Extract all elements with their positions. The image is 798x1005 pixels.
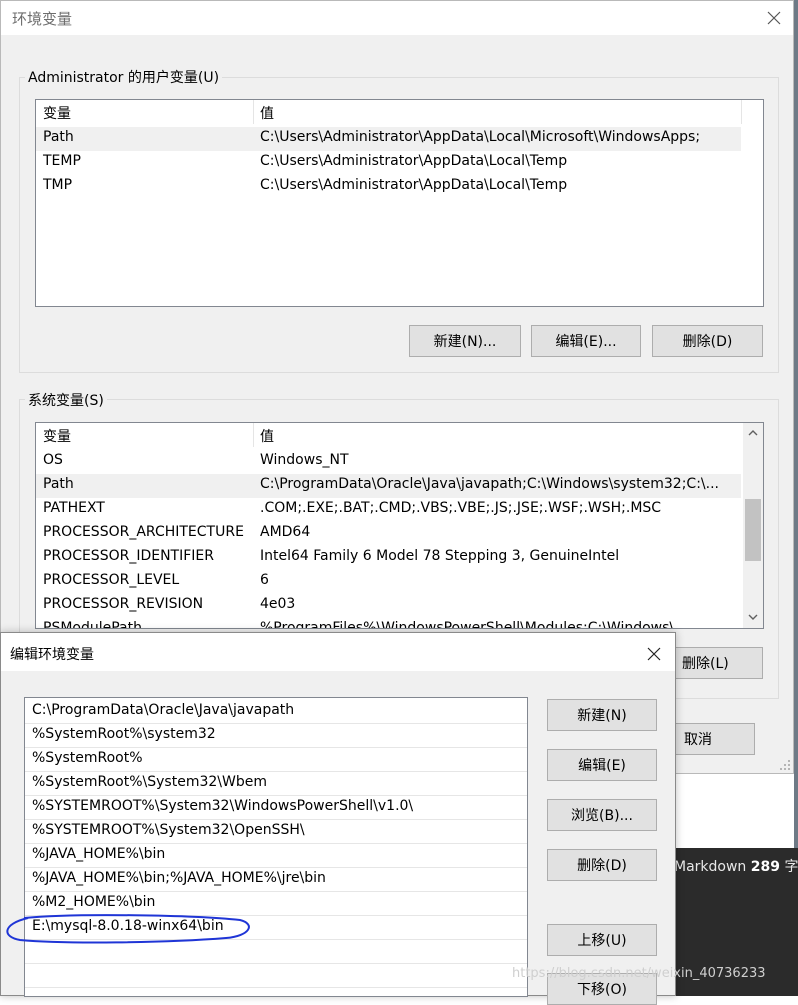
path-entries-list[interactable]: C:\ProgramData\Oracle\Java\javapath %Sys…: [24, 697, 528, 997]
path-entry: %JAVA_HOME%\bin: [32, 846, 166, 862]
variable-value: C:\ProgramData\Oracle\Java\javapath;C:\W…: [260, 476, 719, 492]
close-button[interactable]: [641, 641, 667, 667]
path-entry: %SystemRoot%\system32: [32, 726, 216, 742]
user-new-button[interactable]: 新建(N)...: [409, 325, 521, 357]
variable-name: PROCESSOR_IDENTIFIER: [43, 548, 214, 564]
user-edit-button[interactable]: 编辑(E)...: [531, 325, 641, 357]
table-row[interactable]: PSModulePath %ProgramFiles%\WindowsPower…: [36, 618, 763, 629]
variable-name: TMP: [43, 177, 73, 193]
move-up-button[interactable]: 上移(U): [547, 924, 657, 956]
word-unit: 字数: [784, 859, 798, 875]
title-bar: 编辑环境变量: [1, 633, 675, 671]
variable-name: TEMP: [43, 153, 81, 169]
user-variables-label: Administrator 的用户变量(U): [25, 67, 223, 87]
variable-name: Path: [43, 476, 74, 492]
path-entry: %SYSTEMROOT%\System32\OpenSSH\: [32, 822, 305, 838]
word-count: 289: [750, 859, 780, 875]
system-variables-label: 系统变量(S): [25, 390, 107, 410]
scroll-down-button[interactable]: [743, 607, 763, 627]
list-item[interactable]: %JAVA_HOME%\bin;%JAVA_HOME%\jre\bin: [25, 868, 527, 892]
path-entry: %SYSTEMROOT%\System32\WindowsPowerShell\…: [32, 798, 414, 814]
variable-value: %ProgramFiles%\WindowsPowerShell\Modules…: [260, 620, 688, 629]
chevron-up-icon: [748, 430, 758, 436]
path-entry: %SystemRoot%: [32, 750, 143, 766]
table-row[interactable]: TEMP C:\Users\Administrator\AppData\Loca…: [36, 151, 763, 175]
browse-button[interactable]: 浏览(B)...: [547, 799, 657, 831]
list-item[interactable]: %SystemRoot%\System32\Wbem: [25, 772, 527, 796]
dialog-title: 编辑环境变量: [10, 647, 94, 663]
table-row[interactable]: Path C:\ProgramData\Oracle\Java\javapath…: [36, 474, 741, 498]
path-entry: %SystemRoot%\System32\Wbem: [32, 774, 267, 790]
table-row[interactable]: PROCESSOR_ARCHITECTURE AMD64: [36, 522, 763, 546]
variable-value: Intel64 Family 6 Model 78 Stepping 3, Ge…: [260, 548, 620, 564]
list-item[interactable]: %SystemRoot%\system32: [25, 724, 527, 748]
column-header-variable[interactable]: 变量: [43, 426, 71, 446]
column-header-value[interactable]: 值: [260, 103, 274, 123]
path-entry: %M2_HOME%\bin: [32, 894, 156, 910]
desktop-background: [794, 0, 798, 996]
list-item[interactable]: %JAVA_HOME%\bin: [25, 844, 527, 868]
list-header: 变量 值: [36, 423, 763, 447]
annotation-ellipse: [6, 914, 250, 944]
chevron-down-icon: [748, 614, 758, 620]
table-row[interactable]: PROCESSOR_LEVEL 6: [36, 570, 763, 594]
table-row[interactable]: TMP C:\Users\Administrator\AppData\Local…: [36, 175, 763, 199]
table-row[interactable]: OS Windows_NT: [36, 450, 763, 474]
markdown-word-count: Markdown 289 字数: [674, 856, 798, 876]
variable-value: C:\Users\Administrator\AppData\Local\Tem…: [260, 153, 568, 169]
list-item[interactable]: %SystemRoot%: [25, 748, 527, 772]
variable-name: Path: [43, 129, 74, 145]
variable-name: PROCESSOR_ARCHITECTURE: [43, 524, 244, 540]
column-header-variable[interactable]: 变量: [43, 103, 71, 123]
variable-name: OS: [43, 452, 63, 468]
close-icon: [767, 11, 781, 25]
user-variables-list[interactable]: 变量 值 Path C:\Users\Administrator\AppData…: [35, 99, 764, 307]
system-variables-list[interactable]: 变量 值 OS Windows_NT Path C:\ProgramData\O…: [35, 422, 764, 629]
list-item[interactable]: C:\ProgramData\Oracle\Java\javapath: [25, 700, 527, 724]
variable-value: 4e03: [260, 596, 296, 612]
cancel-button[interactable]: 取消: [673, 723, 755, 755]
title-bar: 环境变量: [1, 1, 793, 35]
list-item[interactable]: %SYSTEMROOT%\System32\WindowsPowerShell\…: [25, 796, 527, 820]
variable-value: .COM;.EXE;.BAT;.CMD;.VBS;.VBE;.JS;.JSE;.…: [260, 500, 662, 516]
table-row[interactable]: PROCESSOR_IDENTIFIER Intel64 Family 6 Mo…: [36, 546, 763, 570]
close-icon: [647, 647, 661, 661]
path-entry: C:\ProgramData\Oracle\Java\javapath: [32, 702, 295, 718]
delete-entry-button[interactable]: 删除(D): [547, 849, 657, 881]
table-row[interactable]: PATHEXT .COM;.EXE;.BAT;.CMD;.VBS;.VBE;.J…: [36, 498, 763, 522]
list-item[interactable]: [25, 964, 527, 988]
variable-name: PATHEXT: [43, 500, 105, 516]
table-row[interactable]: Path C:\Users\Administrator\AppData\Loca…: [36, 127, 741, 151]
list-item[interactable]: %M2_HOME%\bin: [25, 892, 527, 916]
scroll-up-button[interactable]: [743, 423, 763, 443]
variable-value: Windows_NT: [260, 452, 349, 468]
variable-name: PROCESSOR_REVISION: [43, 596, 204, 612]
user-delete-button[interactable]: 删除(D): [652, 325, 763, 357]
new-entry-button[interactable]: 新建(N): [547, 699, 657, 731]
system-delete-button[interactable]: 删除(L): [673, 647, 763, 679]
resize-grip-icon[interactable]: [779, 759, 791, 771]
variable-name: PSModulePath: [43, 620, 142, 629]
vertical-scrollbar[interactable]: [743, 423, 763, 628]
list-item[interactable]: %SYSTEMROOT%\System32\OpenSSH\: [25, 820, 527, 844]
variable-value: C:\Users\Administrator\AppData\Local\Tem…: [260, 177, 568, 193]
variable-value: AMD64: [260, 524, 311, 540]
list-header: 变量 值: [36, 100, 763, 124]
watermark: https://blog.csdn.net/weixin_40736233: [512, 966, 766, 981]
variable-value: 6: [260, 572, 269, 588]
dialog-title: 环境变量: [12, 10, 73, 28]
path-entry: %JAVA_HOME%\bin;%JAVA_HOME%\jre\bin: [32, 870, 326, 886]
close-button[interactable]: [761, 5, 787, 31]
column-header-value[interactable]: 值: [260, 426, 274, 446]
edit-entry-button[interactable]: 编辑(E): [547, 749, 657, 781]
variable-value: C:\Users\Administrator\AppData\Local\Mic…: [260, 129, 701, 145]
scrollbar-thumb[interactable]: [745, 499, 761, 561]
table-row[interactable]: PROCESSOR_REVISION 4e03: [36, 594, 763, 618]
variable-name: PROCESSOR_LEVEL: [43, 572, 180, 588]
markdown-label: Markdown: [674, 859, 747, 875]
